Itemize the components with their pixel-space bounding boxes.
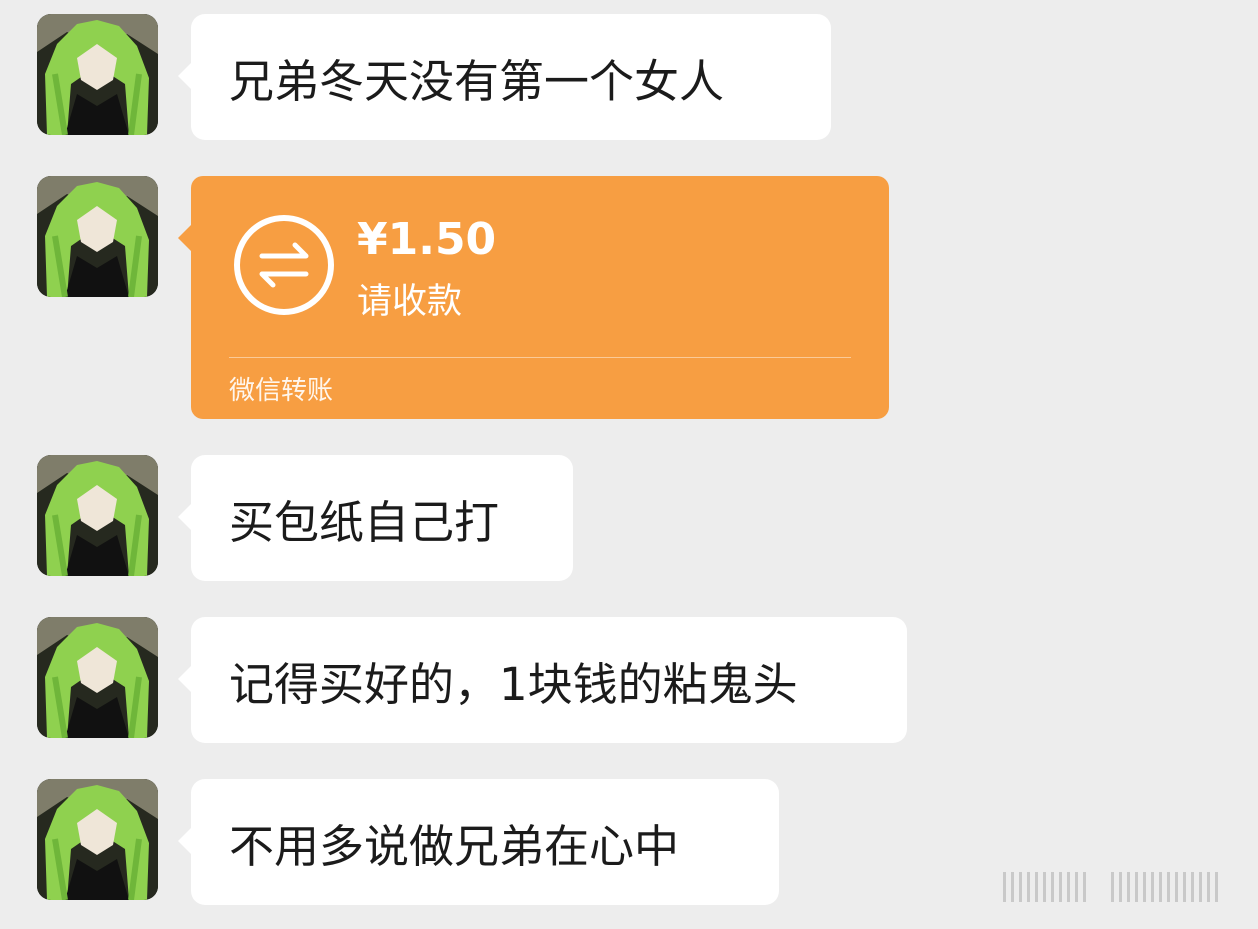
avatar-image-icon xyxy=(37,617,158,738)
avatar-image-icon xyxy=(37,455,158,576)
watermark xyxy=(1003,866,1233,910)
sender-avatar[interactable] xyxy=(37,14,158,135)
message-bubble[interactable]: 记得买好的，1块钱的粘鬼头 xyxy=(178,617,907,743)
message-bubble[interactable]: 兄弟冬天没有第一个女人 xyxy=(178,14,831,140)
sender-avatar[interactable] xyxy=(37,617,158,738)
transfer-status: 请收款 xyxy=(357,282,463,322)
sender-avatar[interactable] xyxy=(37,176,158,297)
message-text: 记得买好的，1块钱的粘鬼头 xyxy=(229,657,798,711)
avatar-image-icon xyxy=(37,176,158,297)
transfer-source-label: 微信转账 xyxy=(229,376,334,406)
transfer-arrows-icon xyxy=(234,215,334,315)
message-bubble[interactable]: 买包纸自己打 xyxy=(178,455,573,581)
transfer-card[interactable]: ¥1.50 请收款 微信转账 xyxy=(178,176,889,419)
message-text: 不用多说做兄弟在心中 xyxy=(229,819,680,873)
divider xyxy=(229,357,851,358)
transfer-amount: ¥1.50 xyxy=(357,214,497,265)
sender-avatar[interactable] xyxy=(37,779,158,900)
message-text: 兄弟冬天没有第一个女人 xyxy=(229,54,725,108)
message-bubble[interactable]: 不用多说做兄弟在心中 xyxy=(178,779,779,905)
avatar-image-icon xyxy=(37,779,158,900)
avatar-image-icon xyxy=(37,14,158,135)
sender-avatar[interactable] xyxy=(37,455,158,576)
message-text: 买包纸自己打 xyxy=(229,495,500,549)
chat-window: 兄弟冬天没有第一个女人 ¥1.50 请收款 微信转账 买包纸自己打 记得买好的，… xyxy=(0,0,1258,929)
